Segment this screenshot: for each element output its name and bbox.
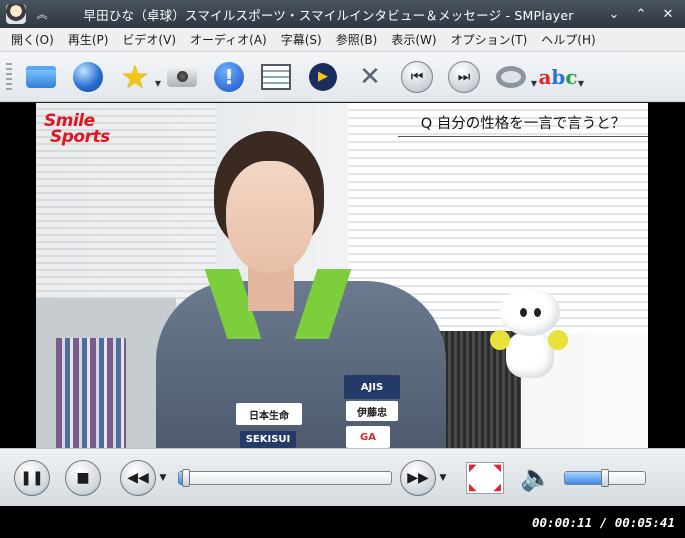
patch-sponsor-right: GA <box>346 426 390 448</box>
video-settings-icon: ▶ <box>309 62 337 91</box>
status-bar: 00:00:11 / 00:05:41 <box>0 506 685 538</box>
video-frame[interactable]: AJIS 伊藤忠 GA 日本生命 SEKISUI Smile Sports Q … <box>36 103 648 448</box>
previous-button[interactable]: ⏮ <box>400 60 434 94</box>
menu-bar: 開く(O) 再生(P) ビデオ(V) オーディオ(A) 字幕(S) 参照(B) … <box>0 28 685 52</box>
volume-handle[interactable] <box>601 468 610 487</box>
menu-view[interactable]: 表示(W) <box>384 31 443 48</box>
playlist-icon <box>261 63 291 90</box>
folder-icon <box>26 65 56 88</box>
menu-subtitles[interactable]: 字幕(S) <box>274 31 329 48</box>
subtitle-track-button[interactable]: abc ▼ <box>538 60 584 94</box>
menu-open[interactable]: 開く(O) <box>4 31 61 48</box>
mute-button[interactable]: 🔈 <box>520 465 552 491</box>
rewind-button[interactable]: ◀◀ <box>120 459 156 496</box>
seek-slider[interactable] <box>178 468 392 487</box>
control-bar: ❚❚ ■ ◀◀ ▼ ▶▶ ▼ ◤ ◥ ◣ ◢ 🔈 <box>0 448 685 506</box>
tools-icon: ✕ <box>359 61 381 92</box>
menu-audio[interactable]: オーディオ(A) <box>183 31 274 48</box>
forward-button[interactable]: ▶▶ <box>400 459 436 496</box>
pause-icon: ❚❚ <box>20 469 44 486</box>
menu-options[interactable]: オプション(T) <box>444 31 535 48</box>
title-bar: ︽ 早田ひな（卓球）スマイルスポーツ・スマイルインタビュー＆メッセージ - SM… <box>0 0 685 28</box>
menu-play[interactable]: 再生(P) <box>61 31 116 48</box>
fullscreen-icon: ◤ <box>469 462 477 474</box>
chevron-down-icon[interactable]: ▼ <box>531 79 537 88</box>
video-settings-button[interactable]: ▶ <box>306 60 340 94</box>
speaker-icon: 🔈 <box>520 462 553 493</box>
screenshot-button[interactable] <box>165 60 199 94</box>
rewind-icon: ◀◀ <box>127 469 149 486</box>
playlist-button[interactable] <box>259 60 293 94</box>
maximize-icon[interactable]: ⌃ <box>634 7 648 22</box>
smile-sports-logo: Smile Sports <box>44 111 110 148</box>
open-url-button[interactable] <box>71 60 105 94</box>
time-display: 00:00:11 / 00:05:41 <box>532 514 675 530</box>
face <box>226 161 314 273</box>
video-area[interactable]: AJIS 伊藤忠 GA 日本生命 SEKISUI Smile Sports Q … <box>0 103 685 448</box>
chevron-down-icon[interactable]: ▼ <box>578 79 584 88</box>
favorites-button[interactable]: ★ ▼ <box>118 57 161 96</box>
previous-icon: ⏮ <box>401 60 433 93</box>
toolbar-grip[interactable] <box>6 62 12 91</box>
mascot-plush <box>490 288 568 378</box>
volume-level <box>565 471 606 484</box>
menu-video[interactable]: ビデオ(V) <box>115 31 183 48</box>
patch-sponsor-bottom: SEKISUI <box>240 431 296 448</box>
patch-sponsor-mid: 伊藤忠 <box>346 401 398 421</box>
rewind-menu-chevron-icon[interactable]: ▼ <box>156 473 170 483</box>
patch-brand-top: AJIS <box>344 375 400 399</box>
stop-button[interactable]: ■ <box>65 459 101 496</box>
stop-icon: ■ <box>76 469 90 486</box>
minimize-icon[interactable]: ⌄ <box>607 7 621 22</box>
preferences-button[interactable]: ✕ <box>353 60 387 94</box>
seek-handle[interactable] <box>181 468 190 487</box>
close-icon[interactable]: ✕ <box>661 7 675 22</box>
question-caption: Q 自分の性格を一言で言うと？ <box>398 109 648 137</box>
open-file-button[interactable] <box>24 60 58 94</box>
main-toolbar: ★ ▼ ! ▶ ✕ ⏮ ⏭ ▼ abc ▼ <box>0 52 685 102</box>
bookshelf <box>56 338 126 448</box>
menu-browse[interactable]: 参照(B) <box>329 31 385 48</box>
forward-icon: ▶▶ <box>407 469 429 486</box>
star-icon: ★ <box>120 57 150 96</box>
chevron-down-icon[interactable]: ▼ <box>155 79 161 88</box>
audio-track-button[interactable]: ▼ <box>494 60 537 94</box>
keep-above-icon[interactable]: ︽ <box>34 6 50 22</box>
menu-help[interactable]: ヘルプ(H) <box>534 31 602 48</box>
next-icon: ⏭ <box>448 60 480 93</box>
smplayer-app-icon[interactable] <box>6 4 26 24</box>
interviewee: AJIS 伊藤忠 GA 日本生命 SEKISUI <box>156 131 446 448</box>
fullscreen-button[interactable]: ◤ ◥ ◣ ◢ <box>466 461 504 494</box>
volume-slider[interactable] <box>564 468 647 487</box>
window-title: 早田ひな（卓球）スマイルスポーツ・スマイルインタビュー＆メッセージ - SMPl… <box>83 7 574 23</box>
globe-icon <box>73 61 103 92</box>
next-button[interactable]: ⏭ <box>447 60 481 94</box>
info-button[interactable]: ! <box>212 60 246 94</box>
forward-menu-chevron-icon[interactable]: ▼ <box>436 473 450 483</box>
audio-ring-icon <box>496 65 526 88</box>
camera-icon <box>167 66 197 87</box>
window-controls: ⌄ ⌃ ✕ <box>607 7 675 22</box>
pause-button[interactable]: ❚❚ <box>14 459 50 496</box>
info-icon: ! <box>214 61 244 92</box>
subtitle-abc-icon: abc <box>538 64 578 89</box>
patch-sponsor-left: 日本生命 <box>236 403 302 425</box>
